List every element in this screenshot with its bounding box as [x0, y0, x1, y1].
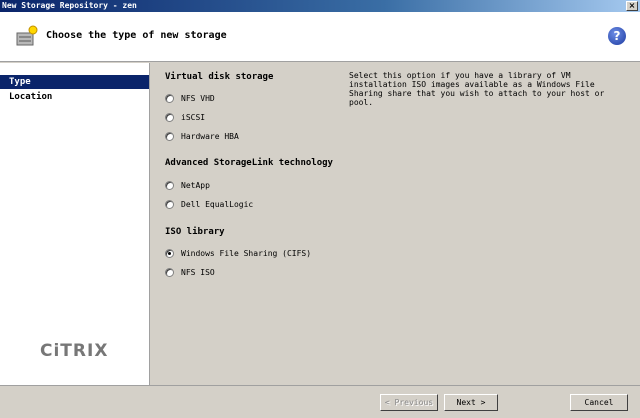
help-icon[interactable]: ?	[608, 27, 626, 45]
radio-dell-equallogic[interactable]: Dell EqualLogic	[165, 200, 253, 209]
radio-nfs-iso[interactable]: NFS ISO	[165, 268, 215, 277]
section-title-storagelink: Advanced StorageLink technology	[165, 158, 333, 168]
section-title-virtual-disk: Virtual disk storage	[165, 72, 274, 82]
radio-button[interactable]	[165, 113, 174, 122]
radio-iscsi[interactable]: iSCSI	[165, 113, 205, 122]
wizard-header: Choose the type of new storage ?	[0, 12, 640, 62]
wizard-footer: < Previous Next > Cancel	[0, 385, 640, 418]
radio-button-selected[interactable]	[165, 249, 174, 258]
radio-windows-file-sharing[interactable]: Windows File Sharing (CIFS)	[165, 249, 311, 258]
radio-button[interactable]	[165, 132, 174, 141]
close-icon[interactable]: ×	[626, 1, 638, 11]
radio-hardware-hba[interactable]: Hardware HBA	[165, 132, 239, 141]
radio-netapp[interactable]: NetApp	[165, 181, 210, 190]
storage-type-panel: Virtual disk storage NFS VHD iSCSI Hardw…	[151, 63, 640, 385]
radio-nfs-vhd[interactable]: NFS VHD	[165, 94, 215, 103]
option-description: Select this option if you have a library…	[349, 71, 605, 107]
next-button[interactable]: Next >	[444, 394, 498, 411]
window-title-bar[interactable]: New Storage Repository - zen ×	[0, 0, 640, 12]
previous-button[interactable]: < Previous	[380, 394, 438, 411]
radio-button[interactable]	[165, 181, 174, 190]
window-title: New Storage Repository - zen	[2, 1, 137, 10]
cancel-button[interactable]: Cancel	[570, 394, 628, 411]
section-title-iso-library: ISO library	[165, 227, 225, 237]
radio-button[interactable]	[165, 94, 174, 103]
storage-repository-icon	[16, 25, 38, 46]
page-title: Choose the type of new storage	[46, 30, 227, 41]
citrix-logo: CiTRIX	[40, 341, 109, 361]
radio-button[interactable]	[165, 268, 174, 277]
radio-button[interactable]	[165, 200, 174, 209]
wizard-steps-sidebar: Type Location CiTRIX	[0, 63, 150, 385]
sidebar-item-type[interactable]: Type	[0, 75, 149, 89]
sidebar-item-location[interactable]: Location	[0, 90, 149, 104]
